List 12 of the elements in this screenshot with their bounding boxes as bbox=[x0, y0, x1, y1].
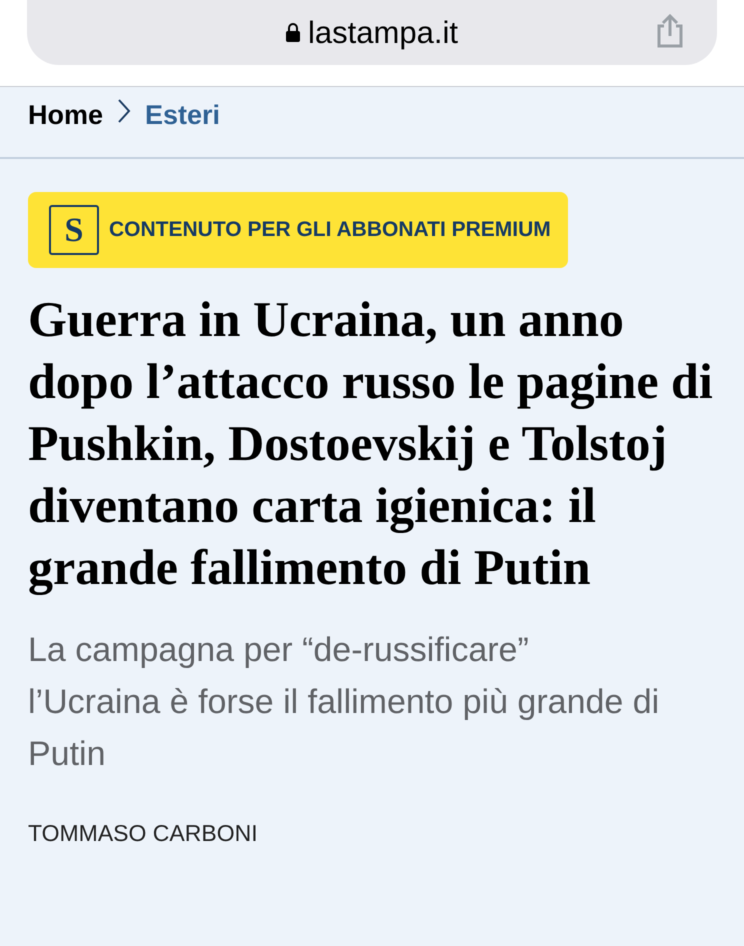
breadcrumb-link[interactable]: Home bbox=[28, 95, 104, 136]
badge-label: CONTENUTO PER GLI ABBONATI PREMIUM bbox=[109, 217, 551, 244]
chevron-right-icon bbox=[117, 98, 132, 124]
logo: S bbox=[49, 205, 99, 255]
share-icon[interactable] bbox=[655, 14, 685, 48]
lock-icon bbox=[286, 23, 300, 42]
headline: Guerra in Ucraina, un anno dopo l’attacco russo le pagine di Pushkin, Dostoevskij e Tolstoj diventano carta igienica: il grande fallimento di Putin bbox=[28, 290, 714, 597]
author-name: TOMMASO CARBONI bbox=[28, 819, 259, 848]
subtitle: La campagna per “de-russificare” l’Ucraina è forse il fallimento più grande di Putin bbox=[28, 630, 660, 775]
url-text: lastampa.it bbox=[308, 17, 458, 48]
breadcrumb-link[interactable]: Esteri bbox=[145, 95, 220, 136]
address-bar[interactable]: lastampa.it bbox=[27, 0, 717, 65]
